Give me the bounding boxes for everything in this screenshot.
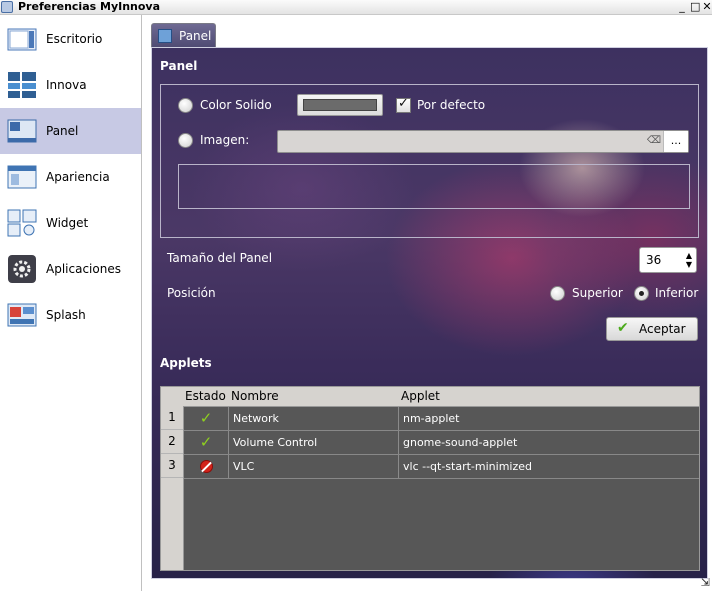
panel-size-spinbox[interactable]: 36 ▲ ▼ [639, 247, 697, 273]
row-number[interactable]: 3 [161, 454, 183, 478]
innova-icon [8, 72, 36, 98]
table-header: Estado Nombre Applet [161, 387, 699, 407]
imagen-label: Imagen: [200, 133, 250, 147]
sidebar-item-apariencia[interactable]: Apariencia [0, 154, 141, 200]
superior-radio[interactable] [550, 286, 565, 301]
sidebar: Escritorio Innova Panel Apariencia Widge… [0, 15, 142, 591]
size-label: Tamaño del Panel [167, 251, 273, 265]
row-number[interactable]: 1 [161, 406, 183, 430]
tab-label: Panel [179, 29, 212, 43]
sidebar-item-splash[interactable]: Splash [0, 292, 141, 338]
disabled-stop-icon [199, 460, 213, 473]
panel-heading: Panel [160, 59, 198, 73]
column-header-nombre[interactable]: Nombre [231, 387, 279, 406]
checkmark-icon: ✓ [398, 96, 409, 111]
por-defecto-label: Por defecto [417, 98, 486, 112]
accept-label: Aceptar [639, 322, 686, 336]
applet-cell: vlc --qt-start-minimized [403, 460, 532, 473]
tab-panel[interactable]: Panel [151, 23, 216, 48]
column-header-estado[interactable]: Estado [185, 387, 226, 406]
sidebar-item-label: Escritorio [46, 32, 103, 46]
name-cell: VLC [229, 455, 399, 478]
column-header-applet[interactable]: Applet [401, 387, 440, 406]
sidebar-item-widget[interactable]: Widget [0, 200, 141, 246]
sidebar-item-aplicaciones[interactable]: Aplicaciones [0, 246, 141, 292]
checkmark-icon: ✔ [617, 320, 629, 336]
splash-icon [7, 303, 37, 327]
row-number[interactable]: 2 [161, 430, 183, 454]
sidebar-item-label: Widget [46, 216, 89, 230]
close-button[interactable]: ✕ [702, 0, 712, 14]
table-row[interactable]: ✓ Network nm-applet [184, 407, 699, 431]
color-solido-label: Color Solido [200, 98, 272, 112]
panel-icon [7, 119, 37, 143]
applets-table: Estado Nombre Applet 1 2 3 ✓ Network nm-… [160, 386, 700, 571]
status-cell: ✓ [184, 407, 229, 430]
table-row[interactable]: ✓ Volume Control gnome-sound-applet [184, 431, 699, 455]
inferior-label: Inferior [655, 286, 699, 300]
sidebar-item-panel[interactable]: Panel [0, 108, 141, 154]
status-cell [184, 455, 229, 478]
sidebar-item-label: Apariencia [46, 170, 110, 184]
superior-label: Superior [572, 286, 623, 300]
name-cell: Volume Control [229, 431, 399, 454]
applets-heading: Applets [160, 356, 212, 370]
enabled-check-icon: ✓ [199, 433, 213, 451]
accept-button[interactable]: ✔ Aceptar [606, 317, 698, 341]
browse-button[interactable]: ... [663, 131, 688, 152]
widget-icon [7, 209, 37, 237]
inferior-radio[interactable] [634, 286, 649, 301]
sidebar-item-label: Splash [46, 308, 86, 322]
sidebar-item-label: Panel [46, 124, 79, 138]
sidebar-item-innova[interactable]: Innova [0, 62, 141, 108]
sidebar-item-label: Innova [46, 78, 87, 92]
color-picker-button[interactable] [297, 94, 383, 116]
sidebar-item-label: Aplicaciones [46, 262, 121, 276]
spin-up-icon[interactable]: ▲ [686, 252, 692, 260]
position-label: Posición [167, 286, 216, 300]
panel-settings-frame: Panel Color Solido ✓ Por defecto Imagen:… [151, 47, 708, 579]
panel-tab-icon [158, 29, 172, 43]
image-path-input[interactable]: ⌫ ... [277, 130, 689, 153]
clear-field-icon[interactable]: ⌫ [646, 134, 662, 147]
panel-size-value: 36 [646, 253, 662, 267]
maximize-button[interactable]: □ [690, 0, 700, 14]
applet-cell: nm-applet [403, 412, 460, 425]
image-preview-box [178, 164, 690, 209]
name-cell: Network [229, 407, 399, 430]
table-row[interactable]: VLC vlc --qt-start-minimized [184, 455, 699, 479]
status-cell: ✓ [184, 431, 229, 454]
desktop-icon [7, 28, 37, 51]
appearance-icon [7, 165, 37, 189]
resize-grip-icon[interactable]: ⇲ [701, 576, 710, 589]
sidebar-item-escritorio[interactable]: Escritorio [0, 16, 141, 62]
row-header-column: 1 2 3 [161, 406, 184, 570]
por-defecto-checkbox[interactable]: ✓ [396, 96, 411, 113]
window-title: Preferencias MyInnova [18, 0, 161, 13]
spin-down-icon[interactable]: ▼ [686, 261, 692, 269]
applications-icon [8, 255, 36, 283]
color-solido-radio[interactable] [178, 98, 193, 113]
imagen-radio[interactable] [178, 133, 193, 148]
enabled-check-icon: ✓ [199, 409, 213, 427]
color-swatch [303, 99, 377, 111]
app-icon [1, 1, 13, 13]
title-bar: Preferencias MyInnova _ □ ✕ [0, 0, 712, 15]
applet-cell: gnome-sound-applet [403, 436, 518, 449]
minimize-button[interactable]: _ [677, 0, 687, 14]
